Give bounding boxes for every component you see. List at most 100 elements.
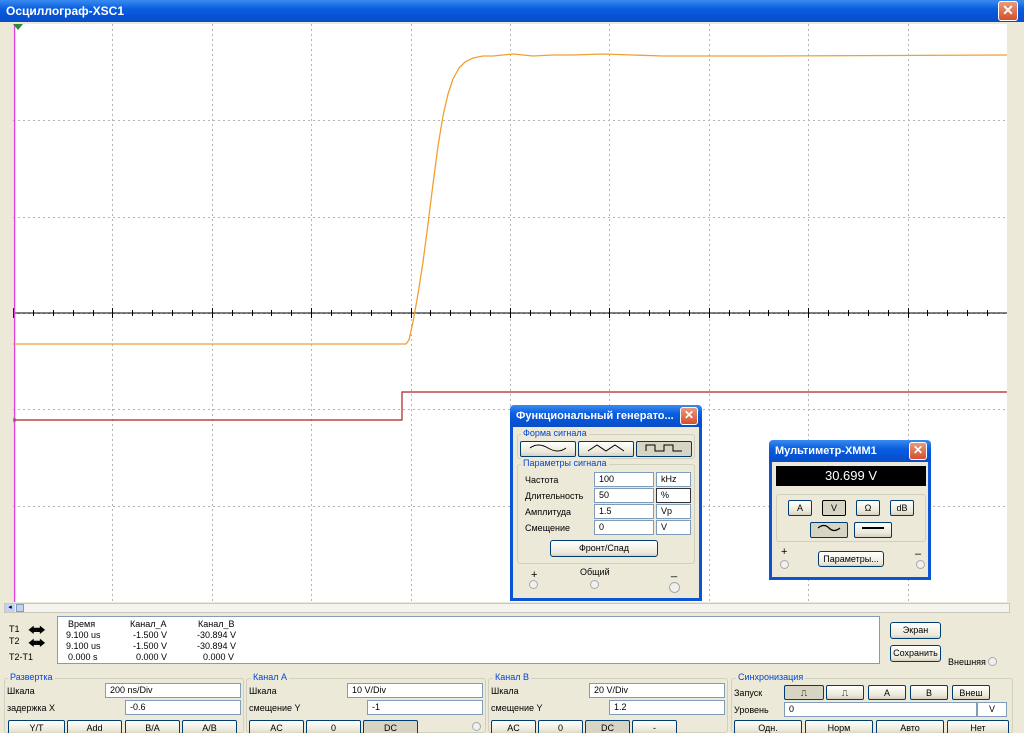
mode-voltmeter-button[interactable]: V bbox=[822, 500, 846, 516]
multimeter-window: Мультиметр-XMM1 ✕ 30.699 V A V Ω dB + – … bbox=[769, 440, 931, 580]
trigger-b-button[interactable]: B bbox=[910, 685, 948, 700]
measurement-table: Время Канал_A Канал_B 9.100 us -1.500 V … bbox=[57, 616, 880, 664]
timebase-legend: Развертка bbox=[8, 672, 55, 682]
mm-minus-terminal-icon[interactable] bbox=[916, 560, 925, 569]
t2-arrows-icon[interactable]: 🡄🡆 bbox=[28, 636, 46, 652]
scroll-thumb[interactable] bbox=[16, 604, 24, 612]
rising-edge-icon[interactable]: ⎍ bbox=[784, 685, 824, 700]
trigger-legend: Синхронизация bbox=[736, 672, 806, 682]
offset-label: Смещение bbox=[525, 523, 571, 533]
sine-wave-icon[interactable] bbox=[520, 441, 576, 457]
rise-fall-button[interactable]: Фронт/Спад bbox=[550, 540, 658, 557]
delta-channel-b: 0.000 V bbox=[203, 652, 235, 662]
channel-b-scale-input[interactable]: 20 V/Div bbox=[589, 683, 725, 698]
triangle-wave-graphic bbox=[587, 444, 625, 452]
channel-a-offset-input[interactable]: -1 bbox=[367, 700, 483, 715]
trigger-level-input[interactable]: 0 bbox=[784, 702, 977, 717]
frequency-input[interactable]: 100 bbox=[594, 472, 654, 487]
trigger-single-button[interactable]: Одн. bbox=[734, 720, 802, 733]
mode-db-button[interactable]: dB bbox=[890, 500, 914, 516]
screen-scrollbar[interactable]: ◂ bbox=[4, 603, 1010, 613]
duty-cycle-unit[interactable]: % bbox=[656, 488, 691, 503]
dc-mode-icon[interactable] bbox=[854, 522, 892, 538]
params-legend: Параметры сигнала bbox=[521, 458, 609, 468]
oscilloscope-window: Осциллограф-XSC1 ✕ ◂ T1 T2 T2-T1 🡄🡆 🡄🡆 В… bbox=[0, 0, 1024, 733]
t2-time: 9.100 us bbox=[66, 641, 101, 651]
save-button[interactable]: Сохранить bbox=[890, 645, 941, 662]
mode-yt-button[interactable]: Y/T bbox=[8, 720, 65, 733]
channel-a-legend: Канал А bbox=[251, 672, 289, 682]
amplitude-label: Амплитуда bbox=[525, 507, 572, 517]
external-label: Внешняя bbox=[948, 657, 986, 667]
gen-minus-terminal-icon[interactable] bbox=[669, 582, 680, 593]
oscilloscope-title: Осциллограф-XSC1 bbox=[6, 4, 125, 18]
multimeter-close-icon[interactable]: ✕ bbox=[909, 442, 927, 460]
triangle-wave-icon[interactable] bbox=[578, 441, 634, 457]
close-icon[interactable]: ✕ bbox=[998, 1, 1018, 21]
channel-a-dc-button[interactable]: DC bbox=[363, 720, 418, 733]
frequency-label: Частота bbox=[525, 475, 559, 485]
function-generator-title-bar[interactable]: Функциональный генерато... bbox=[510, 405, 702, 427]
offset-input[interactable]: 0 bbox=[594, 520, 654, 535]
gen-plus-terminal-icon[interactable] bbox=[529, 580, 538, 589]
trigger-none-button[interactable]: Нет bbox=[947, 720, 1009, 733]
duty-cycle-label: Длительность bbox=[525, 491, 584, 501]
channel-a-terminal-icon[interactable] bbox=[472, 722, 481, 731]
channel-b-offset-input[interactable]: 1.2 bbox=[609, 700, 725, 715]
duty-cycle-input[interactable]: 50 bbox=[594, 488, 654, 503]
frequency-unit[interactable]: kHz bbox=[656, 472, 691, 487]
timebase-delay-label: задержка X bbox=[7, 703, 56, 713]
channel-b-dc-button[interactable]: DC bbox=[585, 720, 630, 733]
t2-label: T2 bbox=[9, 636, 20, 646]
t2-channel-a: -1.500 V bbox=[133, 641, 168, 651]
oscilloscope-title-bar[interactable]: Осциллограф-XSC1 bbox=[0, 0, 1024, 22]
delta-time: 0.000 s bbox=[68, 652, 98, 662]
square-wave-graphic bbox=[645, 444, 682, 452]
amplitude-unit[interactable]: Vp bbox=[656, 504, 691, 519]
channel-a-zero-button[interactable]: 0 bbox=[306, 720, 361, 733]
mode-ab-button[interactable]: A/B bbox=[182, 720, 237, 733]
scroll-left-icon[interactable]: ◂ bbox=[5, 604, 15, 612]
falling-edge-icon[interactable]: ⎍ bbox=[826, 685, 864, 700]
timebase-delay-input[interactable]: -0.6 bbox=[125, 700, 241, 715]
ac-mode-icon[interactable] bbox=[810, 522, 848, 538]
mode-ohmmeter-button[interactable]: Ω bbox=[856, 500, 880, 516]
multimeter-params-button[interactable]: Параметры... bbox=[818, 551, 884, 567]
gen-minus-label: _ bbox=[671, 566, 678, 578]
channel-a-scale-input[interactable]: 10 V/Div bbox=[347, 683, 483, 698]
mode-ammeter-button[interactable]: A bbox=[788, 500, 812, 516]
function-generator-close-icon[interactable]: ✕ bbox=[680, 407, 698, 425]
mm-minus-label: – bbox=[915, 548, 922, 560]
channel-a-offset-label: смещение Y bbox=[249, 703, 301, 713]
trigger-edge-label: Запуск bbox=[734, 688, 763, 698]
t1-channel-b: -30.894 V bbox=[197, 630, 237, 640]
channel-a-ac-button[interactable]: AC bbox=[249, 720, 304, 733]
mode-add-button[interactable]: Add bbox=[67, 720, 122, 733]
multimeter-title: Мультиметр-XMM1 bbox=[775, 445, 877, 457]
screen-button[interactable]: Экран bbox=[890, 622, 941, 639]
multimeter-title-bar[interactable]: Мультиметр-XMM1 bbox=[769, 440, 931, 462]
mm-plus-terminal-icon[interactable] bbox=[780, 560, 789, 569]
trigger-ext-button[interactable]: Внеш bbox=[952, 685, 990, 700]
square-wave-icon[interactable] bbox=[636, 441, 692, 457]
trigger-auto-button[interactable]: Авто bbox=[876, 720, 944, 733]
channel-b-ac-button[interactable]: AC bbox=[491, 720, 536, 733]
channel-b-invert-button[interactable]: - bbox=[632, 720, 677, 733]
channel-b-legend: Канал В bbox=[493, 672, 531, 682]
mode-ba-button[interactable]: B/A bbox=[125, 720, 180, 733]
amplitude-input[interactable]: 1.5 bbox=[594, 504, 654, 519]
offset-unit[interactable]: V bbox=[656, 520, 691, 535]
t2-channel-b: -30.894 V bbox=[197, 641, 237, 651]
trigger-a-button[interactable]: A bbox=[868, 685, 906, 700]
timebase-scale-label: Шкала bbox=[7, 686, 35, 696]
timebase-scale-input[interactable]: 200 ns/Div bbox=[105, 683, 241, 698]
t1-label: T1 bbox=[9, 624, 20, 634]
external-terminal-icon[interactable] bbox=[988, 657, 997, 666]
mm-plus-label: + bbox=[781, 546, 788, 558]
ac-wave-graphic bbox=[817, 524, 841, 532]
function-generator-window: Функциональный генерато... ✕ Форма сигна… bbox=[510, 405, 702, 601]
gen-common-terminal-icon[interactable] bbox=[590, 580, 599, 589]
channel-b-zero-button[interactable]: 0 bbox=[538, 720, 583, 733]
channel-b-offset-label: смещение Y bbox=[491, 703, 543, 713]
trigger-normal-button[interactable]: Норм bbox=[805, 720, 873, 733]
